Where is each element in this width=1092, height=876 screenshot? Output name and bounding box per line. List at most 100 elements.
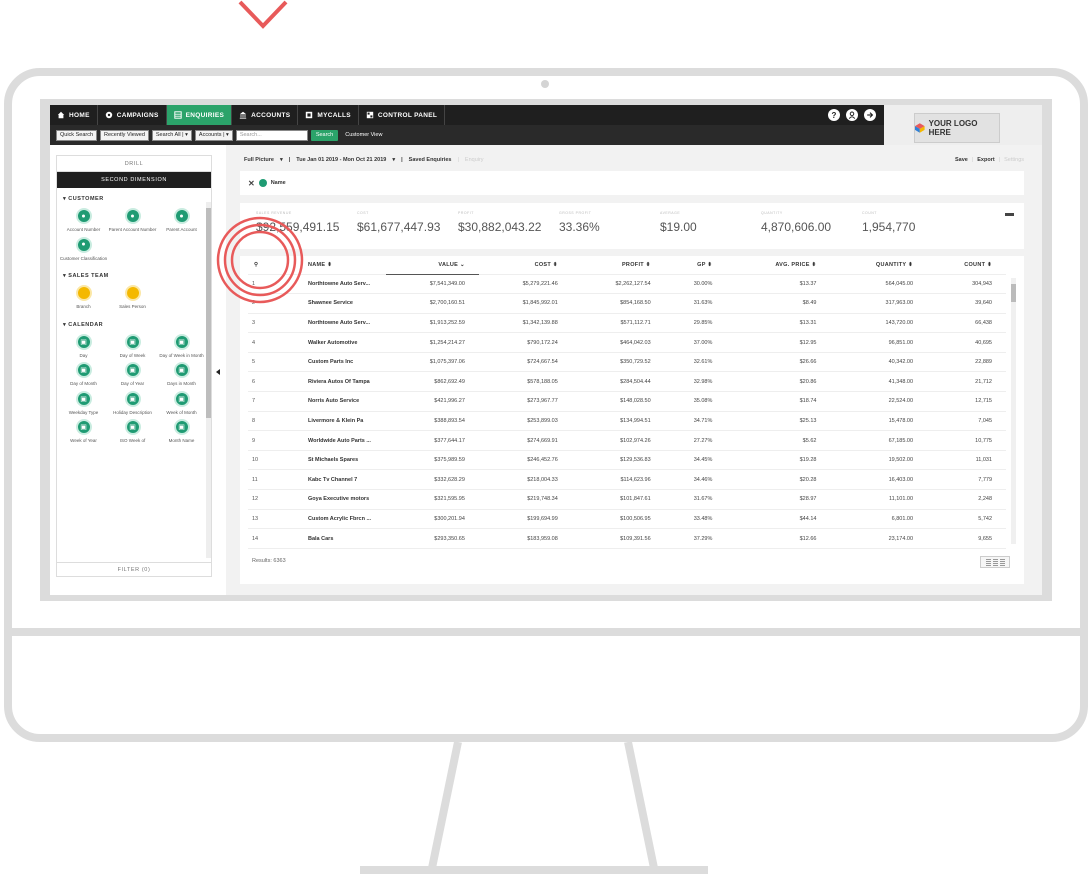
col-name[interactable]: NAME ⬍ — [302, 256, 386, 275]
table-cell: $199,694.99 — [478, 509, 572, 530]
table-row[interactable]: 10 St Michaels Spares $375,989.59 $246,452.… — [248, 450, 1006, 471]
search-input[interactable]: Search... — [235, 129, 308, 141]
dim-customer-classification[interactable]: ● Customer Classification — [59, 236, 108, 262]
table-row[interactable]: 2 Shawnee Service $2,700,160.51 $1,845,992.… — [248, 293, 1006, 314]
dim-parent-account-number[interactable]: ● Parent Account Number — [108, 208, 157, 233]
settings-button[interactable]: Settings — [1004, 157, 1024, 163]
monitor-chin-divider — [4, 628, 1088, 636]
table-row[interactable]: 12 Goya Executive motors $321,595.95 $219,7… — [248, 489, 1006, 510]
second-dimension-tab[interactable]: SECOND DIMENSION — [57, 172, 211, 188]
table-cell: St Michaels Spares — [302, 450, 386, 471]
nav-campaigns[interactable]: CAMPAIGNS — [98, 105, 167, 125]
chevron-down-icon[interactable]: ▾ — [280, 157, 283, 163]
col-profit[interactable]: PROFIT ⬍ — [571, 256, 665, 275]
dim-week-of-year[interactable]: ▣ Week of Year — [59, 419, 108, 444]
table-row[interactable]: 1 Northtowne Auto Serv... $7,541,349.00 $5,… — [248, 274, 1006, 295]
kpi-profit: PROFIT $30,882,043.22 — [458, 203, 559, 249]
dim-weekday-type[interactable]: ▣ Weekday Type — [59, 390, 108, 416]
col-gp[interactable]: GP ⬍ — [664, 256, 727, 275]
table-row[interactable]: 5 Custom Parts Inc $1,075,397.06 $724,667.5… — [248, 352, 1006, 373]
profile-button[interactable] — [846, 109, 858, 121]
table-row[interactable]: 6 Riviera Autos Of Tampa $862,692.49 $578,1… — [248, 371, 1006, 393]
minimize-icon[interactable] — [1005, 213, 1014, 216]
calendar-grid: ▣ Day ▣ Day of Week ▣ Day of Week in Month … — [57, 328, 211, 448]
search-button[interactable]: Search — [310, 129, 339, 141]
dim-label: Week of Year — [70, 438, 97, 443]
dim-day-of-week-in-month[interactable]: ▣ Day of Week in Month — [157, 333, 206, 359]
calendar-icon: ▣ — [75, 333, 92, 350]
nav-mycalls[interactable]: MYCALLS — [298, 105, 359, 125]
table-row[interactable]: 3 Northtowne Auto Serv... $1,913,252.59 $1,… — [248, 313, 1006, 334]
recently-viewed-button[interactable]: Recently Viewed — [100, 129, 149, 141]
table-cell: $2,700,160.51 — [386, 293, 479, 314]
row-number: 3 — [248, 313, 302, 334]
table-row[interactable]: 13 Custom Acrylic Fbrcn ... $300,201.94 $19… — [248, 509, 1006, 530]
table-scroll-thumb[interactable] — [1011, 284, 1016, 302]
nav-control-panel[interactable]: CONTROL PANEL — [359, 105, 446, 125]
drill-tab[interactable]: DRILL — [57, 156, 211, 172]
dim-iso-week-of[interactable]: ▣ ISO Week of — [108, 419, 157, 444]
calendar-icon: ▣ — [124, 362, 141, 378]
dim-days-in-month[interactable]: ▣ Days in Month — [157, 362, 206, 387]
dim-sales-person[interactable]: Sales Person — [108, 285, 157, 310]
table-scrollbar[interactable] — [1011, 278, 1016, 544]
table-row[interactable]: 8 Livermore & Klein Pa $388,893.54 $253,899… — [248, 411, 1006, 432]
detail-view-icon[interactable] — [999, 558, 1005, 566]
dim-day-of-year[interactable]: ▣ Day of Year — [108, 362, 157, 387]
col-cost[interactable]: COST ⬍ — [478, 256, 572, 275]
dim-day-of-month[interactable]: ▣ Day of Month — [59, 362, 108, 387]
view-toggle[interactable] — [980, 556, 1010, 568]
dim-branch[interactable]: Branch — [59, 285, 108, 310]
sidebar-scrollbar[interactable] — [206, 202, 211, 558]
date-range-select[interactable]: Tue Jan 01 2019 - Mon Oct 21 2019 — [296, 157, 386, 163]
table-row[interactable]: 7 Norris Auto Service $421,996.27 $273,967.… — [248, 391, 1006, 412]
accounts-select[interactable]: Accounts | ▾ — [194, 129, 233, 141]
nav-accounts[interactable]: ACCOUNTS — [232, 105, 299, 125]
logout-button[interactable] — [864, 109, 876, 121]
dim-label: Month Name — [168, 438, 195, 443]
separator: | — [971, 157, 974, 163]
section-calendar-header[interactable]: ▾ CALENDAR — [57, 314, 211, 328]
list-view-icon[interactable] — [985, 558, 991, 566]
section-sales-team-header[interactable]: ▾ SALES TEAM — [57, 265, 211, 279]
nav-enquiries[interactable]: ENQUIRIES — [166, 105, 233, 125]
table-cell: 22,889 — [927, 352, 1006, 373]
help-button[interactable]: ? — [828, 109, 840, 121]
table-row[interactable]: 11 Kabc Tv Channel 7 $332,628.29 $218,004.3… — [248, 469, 1006, 491]
quick-search-button[interactable]: Quick Search — [56, 129, 98, 141]
close-icon[interactable]: ✕ — [248, 179, 255, 188]
full-picture-link[interactable]: Full Picture — [244, 157, 274, 163]
dim-day[interactable]: ▣ Day — [59, 333, 108, 359]
dim-day-of-week[interactable]: ▣ Day of Week — [108, 333, 157, 359]
filter-chip-name[interactable]: Name — [271, 180, 286, 186]
nav-home[interactable]: HOME — [50, 105, 98, 125]
col-quantity[interactable]: QUANTITY ⬍ — [830, 256, 928, 275]
sidebar-scroll-thumb[interactable] — [206, 208, 211, 418]
export-button[interactable]: Export — [977, 157, 994, 163]
table-cell: Worldwide Auto Parts ... — [302, 430, 386, 451]
save-button[interactable]: Save — [955, 157, 968, 163]
panel-icon — [366, 111, 374, 119]
saved-enquiries-link[interactable]: Saved Enquiries — [409, 157, 452, 163]
filter-tab[interactable]: FILTER (0) — [57, 562, 211, 576]
dim-label: Day of Week in Month — [159, 352, 204, 358]
table-row[interactable]: 9 Worldwide Auto Parts ... $377,644.17 $274… — [248, 430, 1006, 451]
table-cell: 564,045.00 — [830, 274, 928, 295]
table-row[interactable]: 14 Bala Cars $293,350.65 $183,959.08 $109,39… — [248, 528, 1006, 549]
table-row[interactable]: 4 Walker Automotive $1,254,214.27 $790,172.… — [248, 332, 1006, 353]
sales-team-grid: Branch Sales Person — [57, 279, 211, 314]
dim-parent-account[interactable]: ● Parent Account — [157, 208, 206, 233]
dim-week-of-month[interactable]: ▣ Week of Month — [157, 390, 206, 416]
grid-view-icon[interactable] — [992, 558, 998, 566]
customer-view-link[interactable]: Customer View — [345, 132, 382, 138]
collapse-sidebar-icon[interactable] — [216, 369, 220, 375]
chevron-down-icon[interactable]: ▾ — [392, 157, 395, 163]
dim-account-number[interactable]: ● Account Number — [59, 208, 108, 233]
dim-holiday-description[interactable]: ▣ Holiday Description — [108, 390, 157, 416]
col-avg-price[interactable]: AVG. PRICE ⬍ — [726, 256, 831, 275]
search-all-select[interactable]: Search All | ▾ — [151, 129, 192, 141]
dim-month-name[interactable]: ▣ Month Name — [157, 419, 206, 444]
col-count[interactable]: COUNT ⬍ — [927, 256, 1006, 275]
col-value[interactable]: VALUE ⌄ — [386, 256, 479, 275]
section-customer-header[interactable]: ▾ CUSTOMER — [57, 188, 211, 202]
